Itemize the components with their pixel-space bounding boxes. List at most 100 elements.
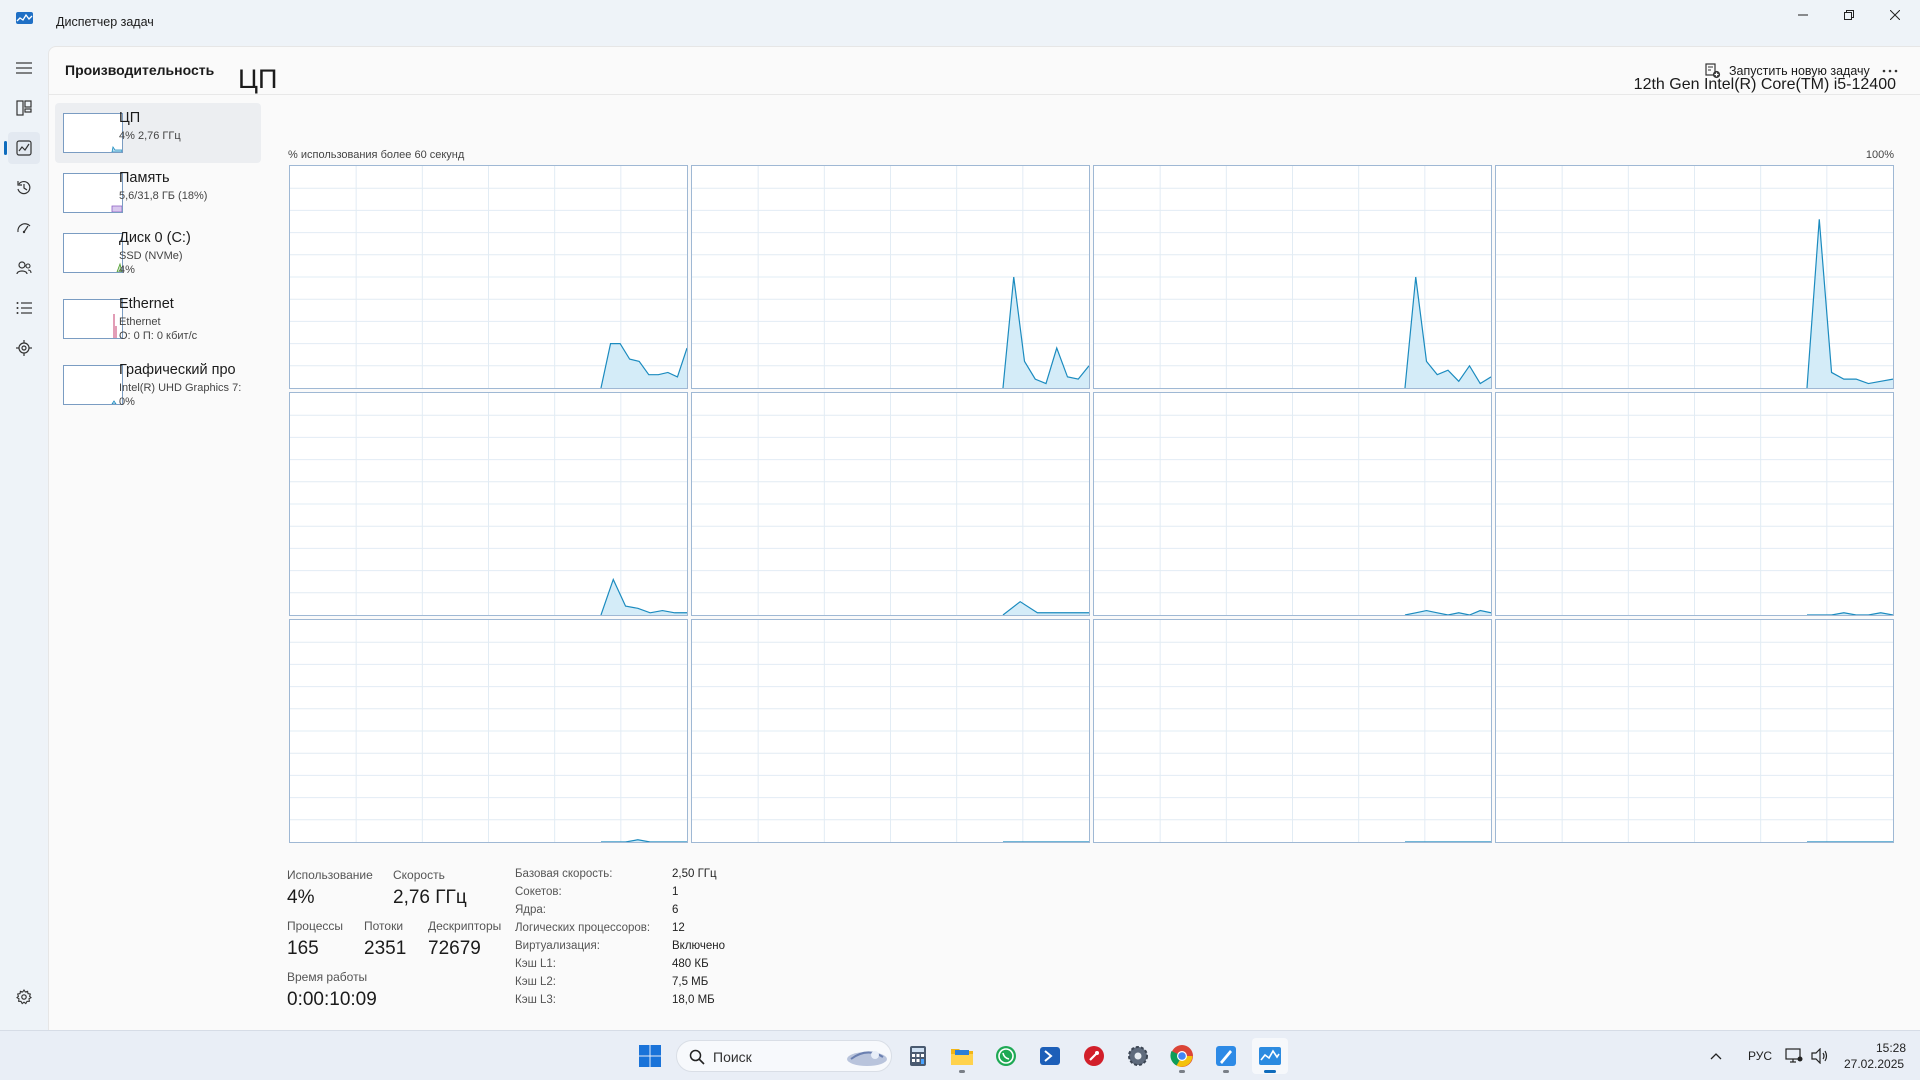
device-detail: 0% [119,396,135,408]
cpu-core-graph [289,619,688,843]
users-icon[interactable] [8,252,40,284]
processes-value: 165 [287,938,319,959]
device-ethernet[interactable]: Ethernet Ethernet О: 0 П: 0 кбит/с [55,289,261,349]
usage-label: Использование [287,868,373,882]
device-detail: Intel(R) UHD Graphics 7: [119,382,242,394]
powershell-icon[interactable] [1032,1038,1068,1074]
device-name: Память [119,170,170,186]
startup-apps-icon[interactable] [8,212,40,244]
cpu-title: ЦП [238,64,278,94]
chevron-up-icon[interactable] [1702,1038,1730,1074]
device-cpu[interactable]: ЦП 4% 2,76 ГГц [55,103,261,163]
cpu-core-graph [289,165,688,389]
spec-value: 7,5 МБ [672,976,709,988]
graph-max: 100% [1865,149,1894,161]
cpu-core-graph [1093,619,1492,843]
spec-value: 1 [672,886,679,898]
cpu-core-graph [691,392,1090,616]
cpu-core-chart [1496,393,1893,615]
details-icon[interactable] [8,292,40,324]
cpu-core-graph [691,165,1090,389]
search-placeholder: Поиск [713,1049,752,1065]
spec-label: Кэш L2: [515,976,556,988]
spec-label: Кэш L1: [515,958,556,970]
spec-label: Базовая скорость: [515,868,613,880]
cpu-core-chart [290,393,687,615]
device-detail: SSD (NVMe) [119,250,183,262]
cpu-core-chart [1496,166,1893,388]
cpu-core-chart [692,393,1089,615]
cpu-model: 12th Gen Intel(R) Core(TM) i5-12400 [1633,76,1896,93]
performance-icon[interactable] [4,132,40,164]
cpu-core-graph [1093,165,1492,389]
language-indicator[interactable]: РУС [1748,1049,1772,1063]
spec-label: Ядра: [515,904,547,916]
chrome-icon[interactable] [1164,1038,1200,1074]
title-bar: Диспетчер задач [0,0,1920,46]
processes-label: Процессы [287,919,344,933]
cpu-core-graph [1495,392,1894,616]
cpu-core-chart [290,166,687,388]
close-button[interactable] [1872,0,1918,30]
processes-icon[interactable] [8,92,40,124]
handles-value: 72679 [428,938,481,959]
threads-value: 2351 [364,938,407,959]
device-detail: О: 0 П: 0 кбит/с [119,330,198,342]
clock-date[interactable]: 27.02.2025 [1844,1057,1904,1071]
file-explorer-icon[interactable] [944,1038,980,1074]
calculator-icon[interactable] [900,1038,936,1074]
uptime-value: 0:00:10:09 [287,989,377,1010]
window-title: Диспетчер задач [56,15,154,29]
minimize-button[interactable] [1780,0,1826,30]
restore-button[interactable] [1826,0,1872,30]
spec-value: 18,0 МБ [672,994,715,1006]
settings-gear-icon[interactable] [8,981,40,1013]
volume-icon[interactable] [1806,1038,1834,1074]
cpu-core-chart [290,620,687,842]
device-name: ЦП [119,110,141,126]
device-detail: 4% [119,264,135,276]
taskbar: Поиск РУС 15:28 27.02.2025 [0,1030,1920,1080]
device-name: Диск 0 (C:) [119,230,191,246]
app-history-icon[interactable] [8,172,40,204]
device-memory[interactable]: Память 5,6/31,8 ГБ (18%) [55,163,261,223]
usage-value: 4% [287,887,315,908]
cpu-thumbnail [63,113,123,153]
cpu-core-graph [1093,392,1492,616]
spec-value: Включено [672,940,726,952]
cpu-usage-area [600,579,687,615]
device-detail: 5,6/31,8 ГБ (18%) [119,190,208,202]
start-icon[interactable] [632,1038,668,1074]
cpu-core-chart [1094,166,1491,388]
red-app-icon[interactable] [1076,1038,1112,1074]
device-disk[interactable]: Диск 0 (C:) SSD (NVMe) 4% [55,223,261,283]
hamburger-menu-icon[interactable] [8,52,40,84]
uptime-label: Время работы [287,970,368,984]
spec-value: 480 КБ [672,958,709,970]
graph-label: % использования более 60 секунд [288,149,465,161]
speed-label: Скорость [393,868,445,882]
search-icon [689,1049,705,1065]
navigation-rail [0,46,48,1030]
network-icon[interactable] [1780,1038,1808,1074]
paint-icon[interactable] [1208,1038,1244,1074]
device-name: Графический про [119,362,236,378]
taskbar-search[interactable]: Поиск [676,1040,892,1072]
ethernet-thumbnail [63,299,123,339]
memory-thumbnail [63,173,123,213]
threads-label: Потоки [364,919,404,933]
cpu-usage-area [1806,219,1893,388]
clock-time[interactable]: 15:28 [1876,1041,1906,1055]
task-manager-taskbar-icon[interactable] [1252,1038,1288,1074]
spec-value: 6 [672,904,679,916]
gpu-thumbnail [63,365,123,405]
device-gpu[interactable]: Графический про Intel(R) UHD Graphics 7:… [55,355,261,415]
task-manager-icon [16,12,33,24]
disk-thumbnail [63,233,123,273]
cpu-core-graph [691,619,1090,843]
services-icon[interactable] [8,332,40,364]
settings-app-icon[interactable] [1120,1038,1156,1074]
device-detail: 4% 2,76 ГГц [119,130,181,142]
device-detail: Ethernet [119,316,161,328]
whatsapp-icon[interactable] [988,1038,1024,1074]
